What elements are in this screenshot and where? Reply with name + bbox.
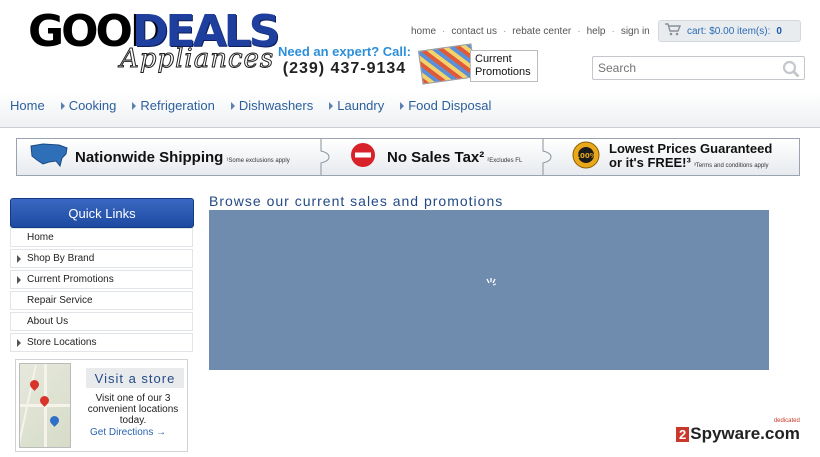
nav-food-disposal[interactable]: Food Disposal [400,98,491,113]
nav-cooking[interactable]: Cooking [60,98,117,113]
visit-store-title: Visit a store [86,368,184,388]
visit-store-box: Visit a store Visit one of our 3 conveni… [15,359,188,452]
quick-link-label: Home [27,232,54,243]
quick-link-about-us[interactable]: About Us [10,312,193,331]
quick-link-current-promotions[interactable]: Current Promotions [10,270,193,289]
search-box [592,56,805,80]
nav-home[interactable]: Home [10,98,45,113]
price-line-2: or it's FREE!³ [609,154,691,170]
price-line-1: Lowest Prices Guaranteed [609,140,773,156]
logo-word-appliances: Appliances [119,44,275,75]
cart-icon [665,23,682,39]
promotions-panel[interactable] [209,210,769,370]
chevron-right-icon [400,101,405,110]
main-nav: Home Cooking Refrigeration Dishwashers L… [10,98,507,113]
current-promotions-link[interactable]: Current Promotions [417,43,538,85]
chevron-right-icon [132,101,137,110]
chevron-right-icon [329,101,334,110]
watermark-small: dedicated [773,418,800,424]
quick-link-label: Current Promotions [27,274,114,285]
nav-label: Home [10,98,45,113]
tax-note: ²Excludes FL [487,158,523,164]
nav-dishwashers[interactable]: Dishwashers [230,98,314,113]
cart-count: 0 [776,25,782,37]
search-input[interactable] [593,57,773,79]
visit-store-text: Visit one of our 3 convenient locations … [87,393,179,426]
top-link-sign-in[interactable]: sign in [615,26,656,37]
quick-link-shop-by-brand[interactable]: Shop By Brand [10,249,193,268]
watermark-text: Spyware.com [690,424,800,443]
promotions-line-1: Current [475,53,512,65]
map-pin-icon [48,414,61,427]
quick-link-label: Repair Service [27,295,93,306]
page-title: Browse our current sales and promotions [209,193,504,209]
quick-link-store-locations[interactable]: Store Locations [10,333,193,352]
watermark: 2 Spyware.com dedicated [676,418,800,444]
quick-link-label: Shop By Brand [27,253,95,264]
price-line-2-row: or it's FREE!³ ³Terms and conditions app… [609,154,772,173]
price-note: ³Terms and conditions apply [693,162,769,169]
top-link-help[interactable]: help [581,26,612,37]
watermark-badge: 2 [676,426,690,442]
chevron-right-icon [230,101,235,110]
puzzle-divider-icon [320,139,330,175]
nav-label: Dishwashers [238,98,314,113]
quick-links-list: Home Shop By Brand Current Promotions Re… [10,228,193,354]
no-symbol-icon [349,141,377,174]
puzzle-divider-icon [542,139,552,175]
nav-refrigeration[interactable]: Refrigeration [132,98,215,113]
site-logo[interactable]: GOOD DEALS Appliances [28,8,280,75]
expand-arrow-icon [17,255,21,263]
price-text-block: Lowest Prices Guaranteed or it's FREE!³ … [609,140,773,173]
top-link-home[interactable]: home [405,26,442,37]
quick-links-title: Quick Links [10,198,194,228]
map-thumbnail[interactable] [19,363,71,448]
top-links: home · contact us · rebate center · help… [405,26,656,37]
nav-label: Food Disposal [408,98,492,113]
nav-laundry[interactable]: Laundry [329,98,384,113]
expand-arrow-icon [17,276,21,284]
nav-label: Refrigeration [140,98,215,113]
banner-price-guarantee: 100% Lowest Prices Guaranteed or it's FR… [571,139,772,175]
benefits-banner: Nationwide Shipping ¹Some exclusions app… [16,138,800,176]
promotions-line-2: Promotions [475,66,531,78]
phone-number[interactable]: (239) 437-9134 [278,60,411,78]
quick-link-repair-service[interactable]: Repair Service [10,291,193,310]
tax-text: No Sales Tax² [387,148,485,166]
loading-spinner-icon [486,278,497,286]
cart-label: cart: $0.00 item(s): [687,25,771,37]
top-link-contact-us[interactable]: contact us [445,26,503,37]
expert-callout: Need an expert? Call: (239) 437-9134 [278,44,411,78]
guarantee-badge-icon: 100% [571,140,601,175]
site-header: GOOD DEALS Appliances home · contact us … [0,0,820,128]
get-directions-link[interactable]: Get Directions → [90,427,166,438]
quick-link-home[interactable]: Home [10,228,193,247]
flyer-icon [417,43,477,85]
banner-shipping: Nationwide Shipping ¹Some exclusions app… [29,139,290,175]
search-icon[interactable] [782,60,800,78]
shipping-note: ¹Some exclusions apply [226,158,290,164]
shipping-text: Nationwide Shipping [75,148,224,166]
chevron-right-icon [60,101,65,110]
quick-link-label: About Us [27,316,69,327]
nav-label: Laundry [337,98,385,113]
badge-text: 100% [575,152,597,160]
banner-tax: No Sales Tax² ²Excludes FL [349,139,522,175]
top-link-rebate-center[interactable]: rebate center [506,26,577,37]
nav-label: Cooking [68,98,117,113]
quick-link-label: Store Locations [27,337,97,348]
cart-button[interactable]: cart: $0.00 item(s): 0 [658,20,801,42]
expand-arrow-icon [17,339,21,347]
expert-question: Need an expert? Call: [278,44,411,59]
promotions-label-box: Current Promotions [470,50,538,82]
usa-map-icon [29,142,69,173]
